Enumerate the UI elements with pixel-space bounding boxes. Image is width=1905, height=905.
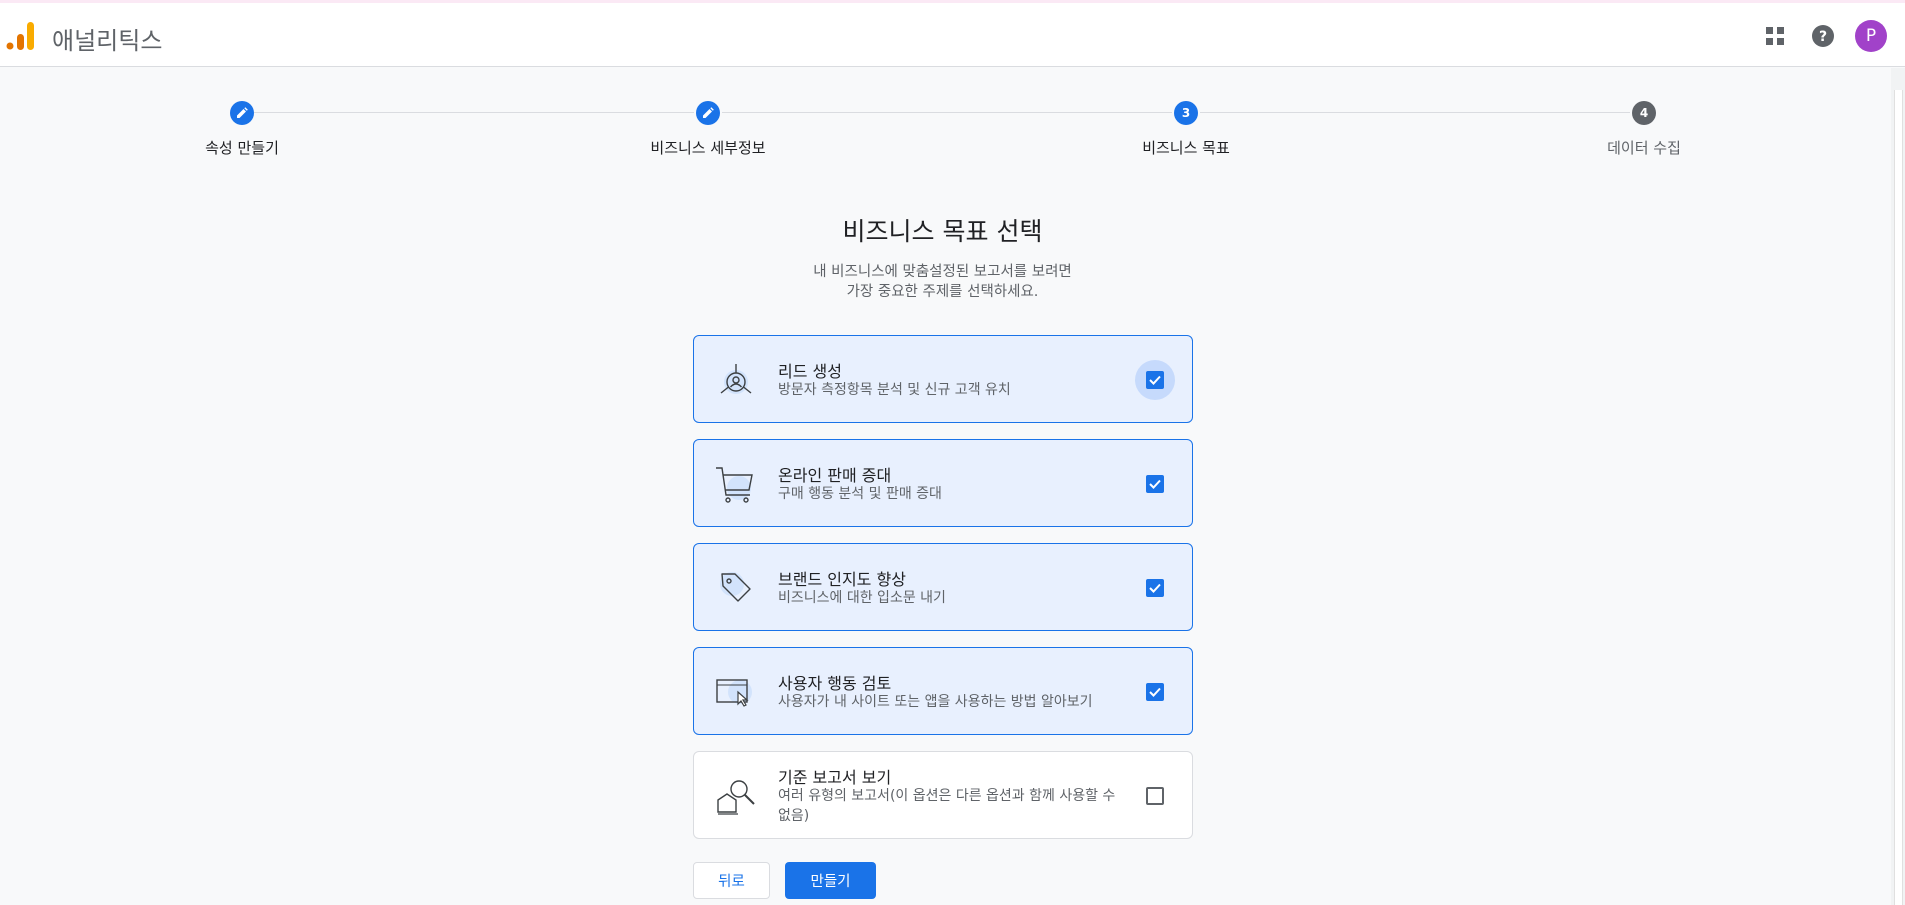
online-sales-checkbox[interactable] bbox=[1146, 475, 1164, 493]
checkmark-icon bbox=[1149, 687, 1161, 697]
page-title: 비즈니스 목표 선택 bbox=[842, 217, 1043, 246]
subtitle-line: 내 비즈니스에 맞춤설정된 보고서를 보려면 bbox=[813, 264, 1072, 280]
step-data-collection: 4 데이터 수집 bbox=[1524, 101, 1764, 158]
back-button[interactable]: 뒤로 bbox=[693, 862, 770, 899]
checkmark-icon bbox=[1149, 479, 1161, 489]
option-title: 온라인 판매 증대 bbox=[778, 466, 892, 485]
svg-text:?: ? bbox=[1819, 29, 1827, 45]
magnifier-report-icon bbox=[717, 780, 755, 815]
page-subtitle: 내 비즈니스에 맞춤설정된 보고서를 보려면 가장 중요한 주제를 선택하세요. bbox=[0, 262, 1885, 302]
lead-generation-checkbox[interactable] bbox=[1146, 371, 1164, 389]
lead-target-icon bbox=[720, 364, 752, 394]
shopping-cart-icon bbox=[716, 467, 753, 503]
step-number: 3 bbox=[1174, 101, 1198, 125]
checkmark-icon bbox=[1149, 375, 1161, 385]
pencil-icon bbox=[696, 101, 720, 125]
option-title: 사용자 행동 검토 bbox=[778, 674, 892, 693]
cursor-window-icon bbox=[716, 679, 752, 707]
option-description: 여러 유형의 보고서(이 옵션은 다른 옵션과 함께 사용할 수 없음) bbox=[778, 788, 1116, 824]
analytics-logo-icon[interactable] bbox=[6, 21, 34, 51]
goal-option-baseline-reports[interactable]: 기준 보고서 보기 여러 유형의 보고서(이 옵션은 다른 옵션과 함께 사용할… bbox=[693, 751, 1193, 839]
app-header: 애널리틱스 ? P bbox=[0, 3, 1905, 67]
step-label: 속성 만들기 bbox=[205, 139, 279, 157]
subtitle-line: 가장 중요한 주제를 선택하세요. bbox=[846, 284, 1039, 300]
baseline-reports-checkbox[interactable] bbox=[1146, 787, 1164, 805]
app-title: 애널리틱스 bbox=[52, 27, 163, 55]
option-description: 구매 행동 분석 및 판매 증대 bbox=[778, 486, 942, 502]
option-description: 방문자 측정항목 분석 및 신규 고객 유치 bbox=[778, 382, 1011, 398]
step-business-goals: 3 비즈니스 목표 bbox=[1066, 101, 1306, 158]
goal-option-lead-generation[interactable]: 리드 생성 방문자 측정항목 분석 및 신규 고객 유치 bbox=[693, 335, 1193, 423]
goal-option-brand-awareness[interactable]: 브랜드 인지도 향상 비즈니스에 대한 입소문 내기 bbox=[693, 543, 1193, 631]
step-create-property[interactable]: 속성 만들기 bbox=[122, 101, 362, 158]
tag-icon bbox=[720, 572, 751, 602]
step-business-details[interactable]: 비즈니스 세부정보 bbox=[588, 101, 828, 158]
checkbox-container[interactable] bbox=[1135, 672, 1175, 712]
checkbox-container[interactable] bbox=[1135, 776, 1175, 816]
scrollbar-thumb[interactable] bbox=[1894, 90, 1903, 905]
step-number: 4 bbox=[1632, 101, 1656, 125]
option-title: 리드 생성 bbox=[778, 362, 842, 381]
step-label: 데이터 수집 bbox=[1607, 139, 1681, 157]
checkbox-focus-ring[interactable] bbox=[1135, 360, 1175, 400]
brand-awareness-checkbox[interactable] bbox=[1146, 579, 1164, 597]
option-title: 브랜드 인지도 향상 bbox=[778, 570, 906, 589]
checkbox-container[interactable] bbox=[1135, 464, 1175, 504]
checkbox-container[interactable] bbox=[1135, 568, 1175, 608]
goal-option-online-sales[interactable]: 온라인 판매 증대 구매 행동 분석 및 판매 증대 bbox=[693, 439, 1193, 527]
create-button[interactable]: 만들기 bbox=[785, 862, 876, 899]
option-title: 기준 보고서 보기 bbox=[778, 768, 892, 787]
step-label: 비즈니스 세부정보 bbox=[650, 139, 766, 157]
apps-grid-icon[interactable] bbox=[1761, 22, 1789, 50]
step-label: 비즈니스 목표 bbox=[1142, 139, 1230, 157]
user-behavior-checkbox[interactable] bbox=[1146, 683, 1164, 701]
option-description: 비즈니스에 대한 입소문 내기 bbox=[778, 590, 946, 606]
account-avatar[interactable]: P bbox=[1855, 20, 1887, 52]
goal-option-user-behavior[interactable]: 사용자 행동 검토 사용자가 내 사이트 또는 앱을 사용하는 방법 알아보기 bbox=[693, 647, 1193, 735]
option-description: 사용자가 내 사이트 또는 앱을 사용하는 방법 알아보기 bbox=[778, 694, 1093, 710]
help-icon[interactable]: ? bbox=[1809, 22, 1837, 50]
checkmark-icon bbox=[1149, 583, 1161, 593]
pencil-icon bbox=[230, 101, 254, 125]
